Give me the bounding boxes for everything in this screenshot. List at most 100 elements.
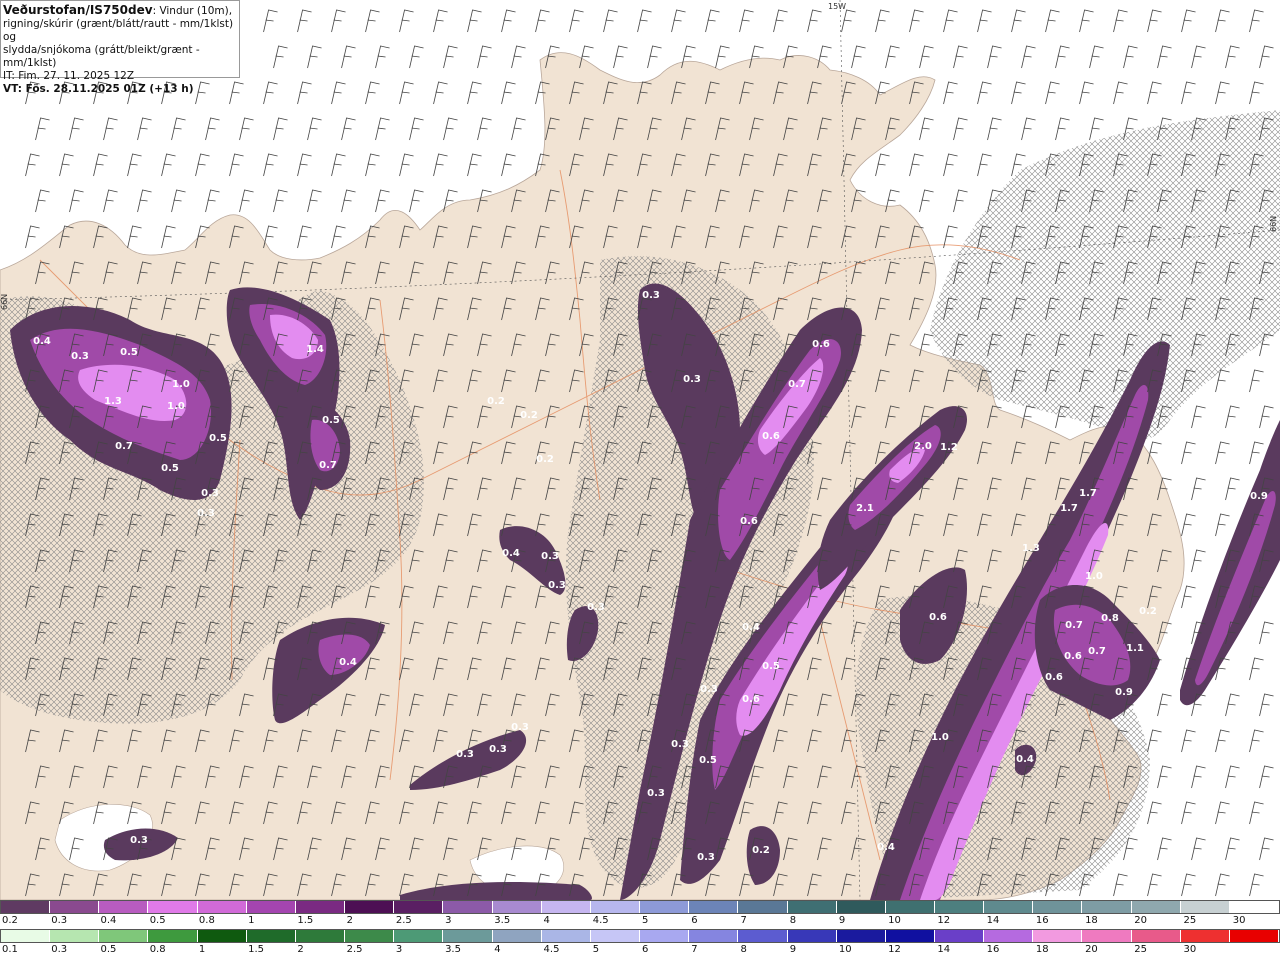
scale-swatch bbox=[1229, 930, 1280, 942]
scale-swatch bbox=[197, 901, 247, 913]
scale-label: 0.8 bbox=[149, 944, 166, 955]
precip-value-label: 0.2 bbox=[520, 410, 538, 421]
precip-value-label: 0.4 bbox=[1016, 754, 1034, 765]
scale-label: 30 bbox=[1232, 915, 1246, 926]
scale-label: 3 bbox=[395, 944, 403, 955]
precip-value-label: 1.4 bbox=[306, 344, 324, 355]
precip-value-label: 0.5 bbox=[699, 755, 717, 766]
precip-value-label: 1.0 bbox=[931, 732, 949, 743]
precip-value-label: 0.5 bbox=[209, 433, 227, 444]
scale-swatch bbox=[640, 901, 690, 913]
scale-swatch bbox=[984, 901, 1034, 913]
scale-label: 6 bbox=[642, 944, 649, 955]
precip-value-label: 0.2 bbox=[536, 454, 554, 465]
scale-swatch bbox=[1, 901, 51, 913]
scale-swatch bbox=[689, 901, 739, 913]
precip-value-label: 0.4 bbox=[502, 548, 520, 559]
precip-value-label: 0.3 bbox=[489, 744, 507, 755]
precip-value-label: 1.0 bbox=[167, 401, 185, 412]
weather-map: 0.4 0.3 0.5 1.0 1.3 1.0 0.7 0.5 0.5 0.3 0.3 1.4 0.5 0… bbox=[0, 0, 1280, 900]
scale-swatch bbox=[934, 901, 985, 913]
scale-swatch bbox=[836, 930, 886, 942]
scale-swatch bbox=[1180, 930, 1230, 942]
scale-label: 4.5 bbox=[592, 915, 609, 926]
scale-label: 8 bbox=[740, 944, 747, 955]
scale-swatch bbox=[1033, 901, 1083, 913]
issue-time: IT: Fim. 27. 11. 2025 12Z bbox=[3, 70, 135, 82]
precip-value-label: 0.6 bbox=[812, 339, 830, 350]
snow-scale-bar bbox=[0, 900, 1280, 914]
scale-label: 10 bbox=[838, 944, 852, 955]
scale-swatch bbox=[148, 901, 198, 913]
scale-label: 3 bbox=[445, 915, 452, 926]
precip-value-label: 0.7 bbox=[319, 460, 337, 471]
precip-value-label: 0.9 bbox=[1250, 491, 1268, 502]
scale-label: 9 bbox=[838, 915, 846, 926]
precip-value-label: 0.3 bbox=[697, 852, 715, 863]
scale-label: 0.3 bbox=[51, 944, 68, 955]
scale-swatch bbox=[1229, 901, 1280, 913]
description-line-3: slydda/snjókoma (grátt/bleikt/grænt - mm… bbox=[3, 44, 200, 69]
scale-swatch bbox=[787, 930, 837, 942]
precip-value-label: 1.0 bbox=[1085, 571, 1103, 582]
scale-label: 0.1 bbox=[2, 944, 18, 955]
scale-label: 12 bbox=[937, 915, 951, 926]
scale-swatch bbox=[836, 901, 886, 913]
scale-swatch bbox=[787, 901, 837, 913]
precip-value-label: 0.3 bbox=[511, 722, 529, 733]
map-title: Veðurstofan/IS750dev bbox=[3, 3, 153, 17]
scale-swatch bbox=[934, 930, 985, 942]
precip-value-label: 0.6 bbox=[1045, 672, 1063, 683]
lat-label-left: 66N bbox=[0, 294, 9, 310]
precip-value-label: 0.7 bbox=[1088, 646, 1106, 657]
precip-value-label: 0.3 bbox=[587, 602, 605, 613]
precip-value-label: 0.6 bbox=[762, 431, 780, 442]
scale-label: 1 bbox=[248, 915, 255, 926]
scale-label: 0.3 bbox=[51, 915, 68, 926]
scale-swatch bbox=[443, 901, 493, 913]
scale-label: 1 bbox=[198, 944, 206, 955]
scale-label: 10 bbox=[888, 915, 901, 926]
valid-time: VT: Fös. 28.11.2025 01Z (+13 h) bbox=[3, 83, 194, 95]
precip-value-label: 2.0 bbox=[914, 441, 932, 452]
rain-scale-bar bbox=[0, 929, 1280, 943]
precip-value-label: 0.9 bbox=[1115, 687, 1133, 698]
rain-color-scale: 0.1 0.3 0.5 0.8 1 1.5 2 2.5 3 3.5 4 4.5 5 6 7 8 9 10 12 14 1… bbox=[0, 929, 1280, 958]
precip-value-label: 0.5 bbox=[762, 661, 780, 672]
scale-label: 2.5 bbox=[346, 944, 363, 955]
scale-label: 6 bbox=[691, 915, 698, 926]
scale-swatch bbox=[689, 930, 739, 942]
scale-swatch bbox=[394, 930, 444, 942]
scale-label: 20 bbox=[1085, 944, 1098, 955]
precip-value-label: 0.3 bbox=[700, 684, 718, 695]
scale-swatch bbox=[1131, 901, 1181, 913]
scale-swatch bbox=[99, 901, 149, 913]
scale-label: 3.5 bbox=[445, 944, 461, 955]
scale-label: 14 bbox=[986, 915, 1000, 926]
precip-value-label: 0.6 bbox=[740, 516, 758, 527]
scale-label: 20 bbox=[1134, 915, 1148, 926]
precip-value-label: 2.1 bbox=[856, 503, 874, 514]
precip-value-label: 0.5 bbox=[120, 347, 138, 358]
scale-swatch bbox=[1131, 930, 1181, 942]
description-line-2: rigning/skúrir (grænt/blátt/rautt - mm/1… bbox=[3, 18, 234, 43]
scale-swatch bbox=[295, 901, 346, 913]
title-line: Veðurstofan/IS750dev: Vindur (10m), bbox=[3, 4, 237, 18]
precip-value-label: 1.0 bbox=[172, 379, 190, 390]
precip-value-label: 0.6 bbox=[1064, 651, 1082, 662]
precip-value-label: 0.3 bbox=[647, 788, 665, 799]
precip-value-label: 0.3 bbox=[642, 290, 660, 301]
scale-label: 25 bbox=[1183, 915, 1197, 926]
precip-value-label: 0.4 bbox=[877, 842, 895, 853]
precip-value-label: 0.3 bbox=[671, 739, 689, 750]
scale-swatch bbox=[541, 930, 591, 942]
scale-swatch bbox=[345, 930, 395, 942]
precip-value-label: 0.4 bbox=[742, 622, 760, 633]
scale-label: 2 bbox=[346, 915, 353, 926]
scale-swatch bbox=[541, 901, 591, 913]
scale-swatch bbox=[738, 930, 788, 942]
scale-label: 5 bbox=[642, 915, 649, 926]
lon-label-top: 15W bbox=[828, 2, 846, 11]
scale-label: 2 bbox=[297, 944, 304, 955]
precip-value-label: 1.2 bbox=[940, 442, 958, 453]
